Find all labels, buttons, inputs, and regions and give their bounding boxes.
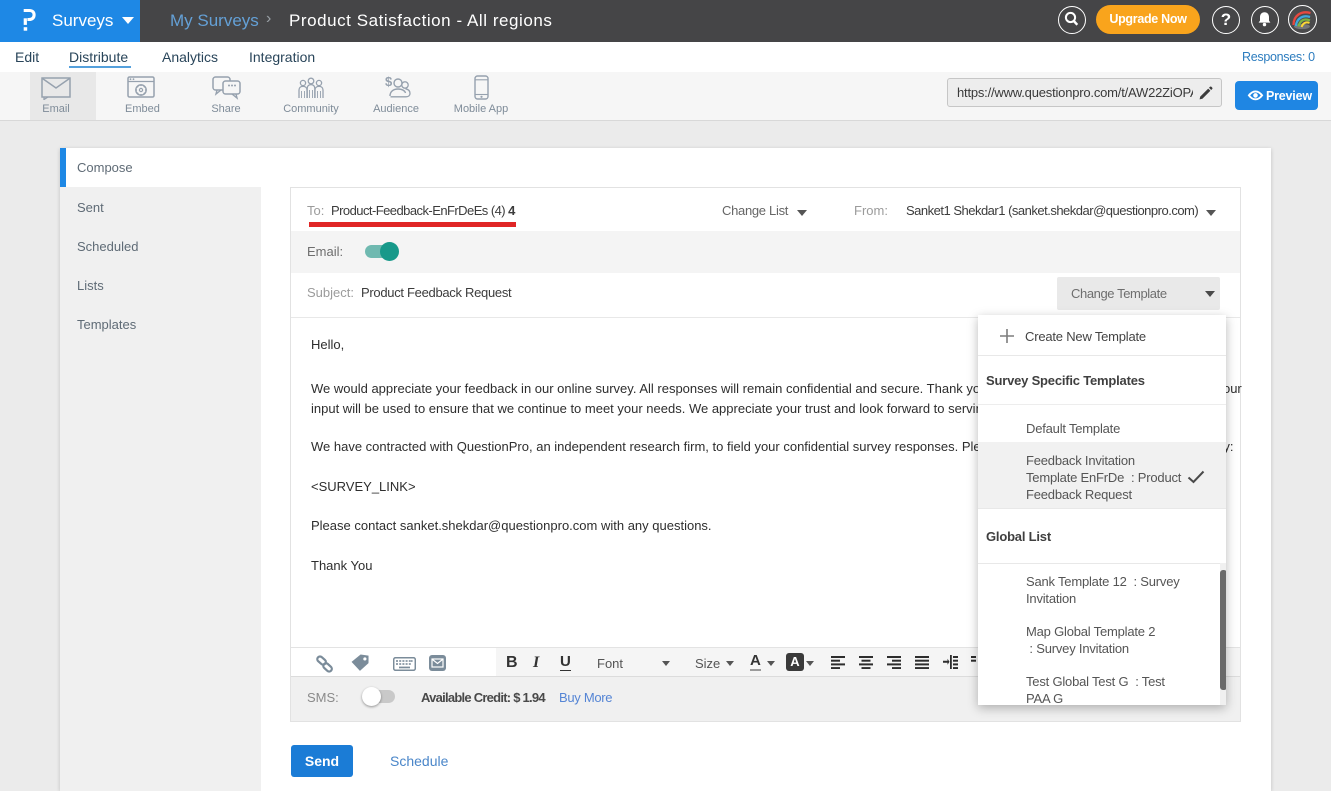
svg-text:$: $: [385, 75, 393, 89]
